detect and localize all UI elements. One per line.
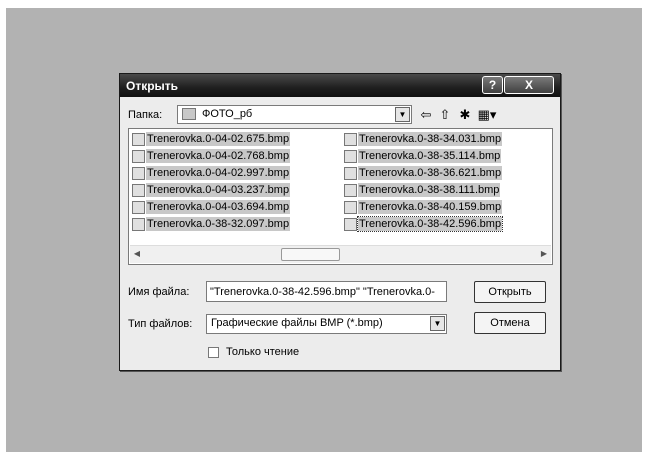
filetype-value: Графические файлы BMP (*.bmp) [211, 317, 383, 329]
bmp-file-icon [132, 218, 145, 231]
dialog-title: Открыть [126, 79, 179, 93]
look-in-combo[interactable]: ФОТО_рб ▼ [177, 105, 412, 124]
bmp-file-icon [132, 167, 145, 180]
up-folder-icon[interactable]: ⇧ [436, 106, 454, 124]
new-folder-icon[interactable]: ✱ [456, 106, 474, 124]
bmp-file-icon [132, 133, 145, 146]
look-in-label: Папка: [128, 109, 163, 121]
scrollbar-thumb[interactable] [281, 248, 340, 261]
file-list[interactable]: Trenerovka.0-04-02.675.bmp Trenerovka.0-… [128, 128, 553, 265]
filename-field[interactable] [206, 281, 447, 302]
scroll-left-icon[interactable]: ◀ [132, 249, 142, 258]
bmp-file-icon [344, 150, 357, 163]
bmp-file-icon [344, 184, 357, 197]
bmp-file-icon [344, 167, 357, 180]
bmp-file-icon [132, 201, 145, 214]
filename-label: Имя файла: [128, 286, 190, 298]
readonly-label: Только чтение [226, 346, 300, 358]
folder-icon [182, 108, 196, 120]
scroll-right-icon[interactable]: ▶ [539, 249, 549, 258]
bmp-file-icon [344, 133, 357, 146]
back-icon[interactable]: ⇦ [417, 106, 435, 124]
chevron-down-icon[interactable]: ▼ [395, 107, 410, 122]
bmp-file-icon [344, 218, 357, 231]
bmp-file-icon [132, 184, 145, 197]
title-bar[interactable]: Открыть ? X [120, 74, 560, 97]
horizontal-scrollbar[interactable]: ◀ ▶ [130, 245, 551, 263]
filename-input[interactable] [207, 282, 446, 301]
filetype-label: Тип файлов: [128, 318, 193, 330]
open-button[interactable]: Открыть [474, 281, 546, 303]
close-button[interactable]: X [504, 76, 554, 94]
bmp-file-icon [344, 201, 357, 214]
chevron-down-icon[interactable]: ▼ [430, 316, 445, 331]
open-file-dialog: Открыть ? X Папка: ФОТО_рб ▼ ⇦ ⇧ ✱ ▦▾ Tr… [119, 73, 561, 371]
cancel-button[interactable]: Отмена [474, 312, 546, 334]
help-button[interactable]: ? [482, 76, 503, 94]
bmp-file-icon [132, 150, 145, 163]
view-menu-icon[interactable]: ▦▾ [476, 106, 498, 124]
look-in-value: ФОТО_рб [202, 108, 253, 120]
filetype-combo[interactable]: Графические файлы BMP (*.bmp) ▼ [206, 314, 447, 334]
readonly-checkbox[interactable] [208, 347, 219, 358]
